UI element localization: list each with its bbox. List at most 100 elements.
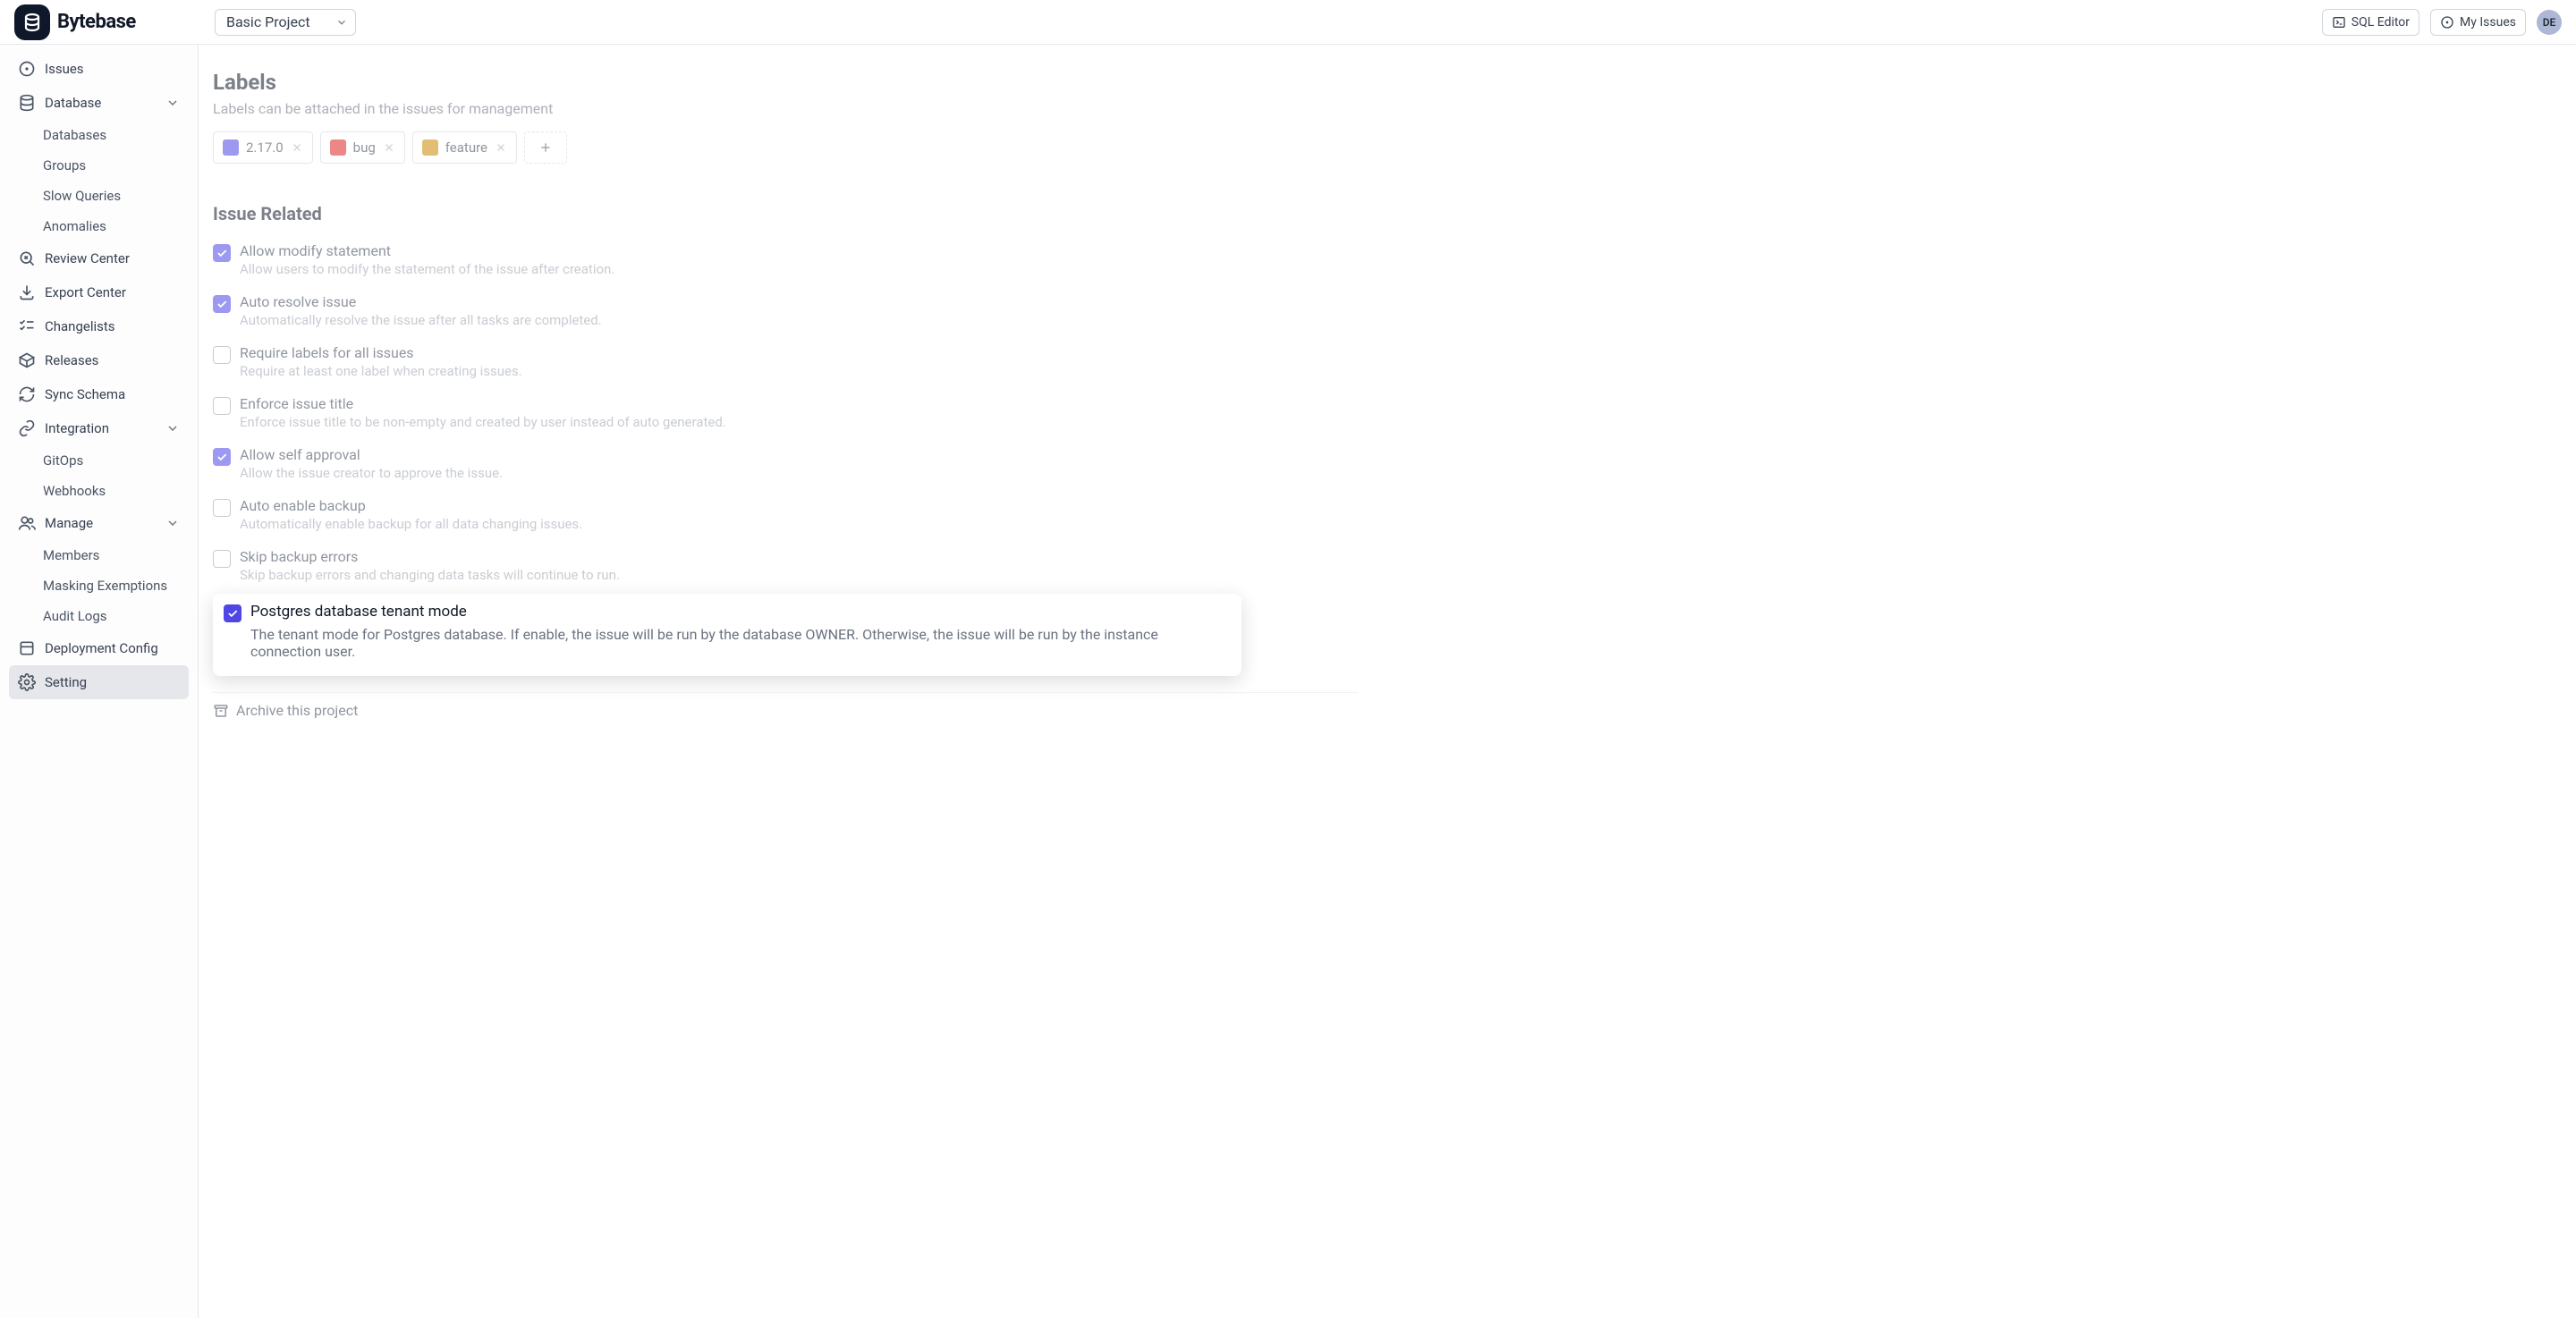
sidebar-item-sync-schema[interactable]: Sync Schema	[9, 377, 189, 411]
database-icon	[18, 94, 36, 112]
avatar[interactable]: DE	[2537, 10, 2562, 35]
archive-project-button[interactable]: Archive this project	[213, 702, 2562, 719]
sidebar-item-issues[interactable]: Issues	[9, 52, 189, 86]
project-select[interactable]: Basic Project	[215, 9, 356, 36]
setting-row-self-approval: Allow self approval Allow the issue crea…	[213, 439, 2562, 490]
setting-title: Auto resolve issue	[240, 293, 602, 310]
chevron-down-icon	[165, 96, 180, 110]
sidebar-item-label: Deployment Config	[45, 640, 180, 656]
checkbox[interactable]	[213, 346, 231, 364]
users-icon	[18, 514, 36, 532]
setting-desc: Automatically resolve the issue after al…	[240, 312, 602, 328]
sidebar-item-audit[interactable]: Audit Logs	[9, 601, 189, 631]
label-chip[interactable]: 2.17.0	[213, 131, 313, 164]
setting-desc: Allow the issue creator to approve the i…	[240, 465, 503, 481]
chevron-down-icon	[165, 516, 180, 530]
archive-label: Archive this project	[236, 702, 358, 719]
checkbox[interactable]	[224, 604, 242, 622]
package-icon	[18, 351, 36, 369]
close-icon[interactable]	[495, 141, 507, 154]
sql-editor-button[interactable]: SQL Editor	[2322, 9, 2419, 36]
checkbox[interactable]	[213, 244, 231, 262]
setting-row-require-labels: Require labels for all issues Require at…	[213, 337, 2562, 388]
close-icon[interactable]	[383, 141, 395, 154]
setting-row-auto-backup: Auto enable backup Automatically enable …	[213, 490, 2562, 541]
setting-desc: Automatically enable backup for all data…	[240, 516, 582, 532]
setting-title: Postgres database tenant mode	[250, 603, 467, 621]
sidebar-item-groups[interactable]: Groups	[9, 150, 189, 181]
sidebar-item-label: Releases	[45, 352, 180, 368]
sidebar-item-masking[interactable]: Masking Exemptions	[9, 570, 189, 601]
sidebar-item-anomalies[interactable]: Anomalies	[9, 211, 189, 241]
setting-title: Skip backup errors	[240, 548, 620, 565]
divider	[213, 692, 1358, 693]
setting-row-pg-tenant: Postgres database tenant mode	[224, 603, 1231, 624]
checkbox[interactable]	[213, 397, 231, 415]
circle-dot-icon	[18, 60, 36, 78]
label-color-dot	[223, 139, 239, 156]
labels-row: 2.17.0 bug feature	[213, 131, 2562, 164]
label-color-dot	[330, 139, 346, 156]
sidebar-item-integration[interactable]: Integration	[9, 411, 189, 445]
sidebar-item-label: Export Center	[45, 284, 180, 300]
sidebar-item-changelists[interactable]: Changelists	[9, 309, 189, 343]
sql-editor-label: SQL Editor	[2351, 15, 2410, 30]
download-icon	[18, 283, 36, 301]
gear-icon	[18, 673, 36, 691]
setting-title: Allow self approval	[240, 446, 503, 463]
sidebar-item-label: Database	[45, 95, 157, 111]
terminal-icon	[2332, 15, 2346, 30]
sidebar-item-webhooks[interactable]: Webhooks	[9, 476, 189, 506]
link-icon	[18, 419, 36, 437]
sidebar-item-setting[interactable]: Setting	[9, 665, 189, 699]
brand-name: Bytebase	[57, 11, 136, 33]
sidebar-item-label: Sync Schema	[45, 386, 180, 402]
setting-desc: Enforce issue title to be non-empty and …	[240, 414, 726, 430]
setting-desc: Skip backup errors and changing data tas…	[240, 567, 620, 583]
sidebar-item-deployment[interactable]: Deployment Config	[9, 631, 189, 665]
sidebar-item-releases[interactable]: Releases	[9, 343, 189, 377]
sidebar-item-databases[interactable]: Databases	[9, 120, 189, 150]
circle-dot-icon	[2440, 15, 2454, 30]
label-chip[interactable]: feature	[412, 131, 517, 164]
search-x-icon	[18, 249, 36, 267]
chevron-down-icon	[335, 16, 348, 29]
box-icon	[18, 639, 36, 657]
checkbox[interactable]	[213, 295, 231, 313]
sidebar-item-members[interactable]: Members	[9, 540, 189, 570]
list-checks-icon	[18, 317, 36, 335]
setting-desc: Allow users to modify the statement of t…	[240, 261, 614, 277]
label-chip[interactable]: bug	[320, 131, 405, 164]
sidebar-item-label: Issues	[45, 61, 180, 77]
add-label-button[interactable]	[524, 131, 567, 164]
my-issues-label: My Issues	[2460, 15, 2516, 30]
checkbox[interactable]	[213, 550, 231, 568]
setting-row-skip-backup: Skip backup errors Skip backup errors an…	[213, 541, 2562, 592]
my-issues-button[interactable]: My Issues	[2430, 9, 2526, 36]
setting-row-enforce-title: Enforce issue title Enforce issue title …	[213, 388, 2562, 439]
setting-title: Auto enable backup	[240, 497, 582, 514]
checkbox[interactable]	[213, 448, 231, 466]
setting-desc: Require at least one label when creating…	[240, 363, 522, 379]
sidebar-item-database[interactable]: Database	[9, 86, 189, 120]
sidebar: Issues Database Databases Groups Slow Qu…	[0, 45, 199, 1318]
checkbox[interactable]	[213, 499, 231, 517]
sidebar-item-label: Changelists	[45, 318, 180, 334]
main-content: Labels Labels can be attached in the iss…	[199, 45, 2576, 1318]
sidebar-item-export-center[interactable]: Export Center	[9, 275, 189, 309]
project-select-value: Basic Project	[226, 13, 310, 30]
sidebar-item-gitops[interactable]: GitOps	[9, 445, 189, 476]
sidebar-item-manage[interactable]: Manage	[9, 506, 189, 540]
sidebar-item-label: Integration	[45, 420, 157, 436]
sidebar-item-review-center[interactable]: Review Center	[9, 241, 189, 275]
brand-logo[interactable]: Bytebase	[0, 4, 200, 40]
sidebar-item-slow-queries[interactable]: Slow Queries	[9, 181, 189, 211]
setting-title: Require labels for all issues	[240, 344, 522, 361]
labels-subtitle: Labels can be attached in the issues for…	[213, 100, 2562, 117]
sidebar-item-label: Setting	[45, 674, 180, 690]
archive-icon	[213, 703, 229, 719]
sidebar-item-label: Review Center	[45, 250, 180, 266]
plus-icon	[538, 140, 553, 155]
setting-title: Allow modify statement	[240, 242, 614, 259]
close-icon[interactable]	[291, 141, 303, 154]
